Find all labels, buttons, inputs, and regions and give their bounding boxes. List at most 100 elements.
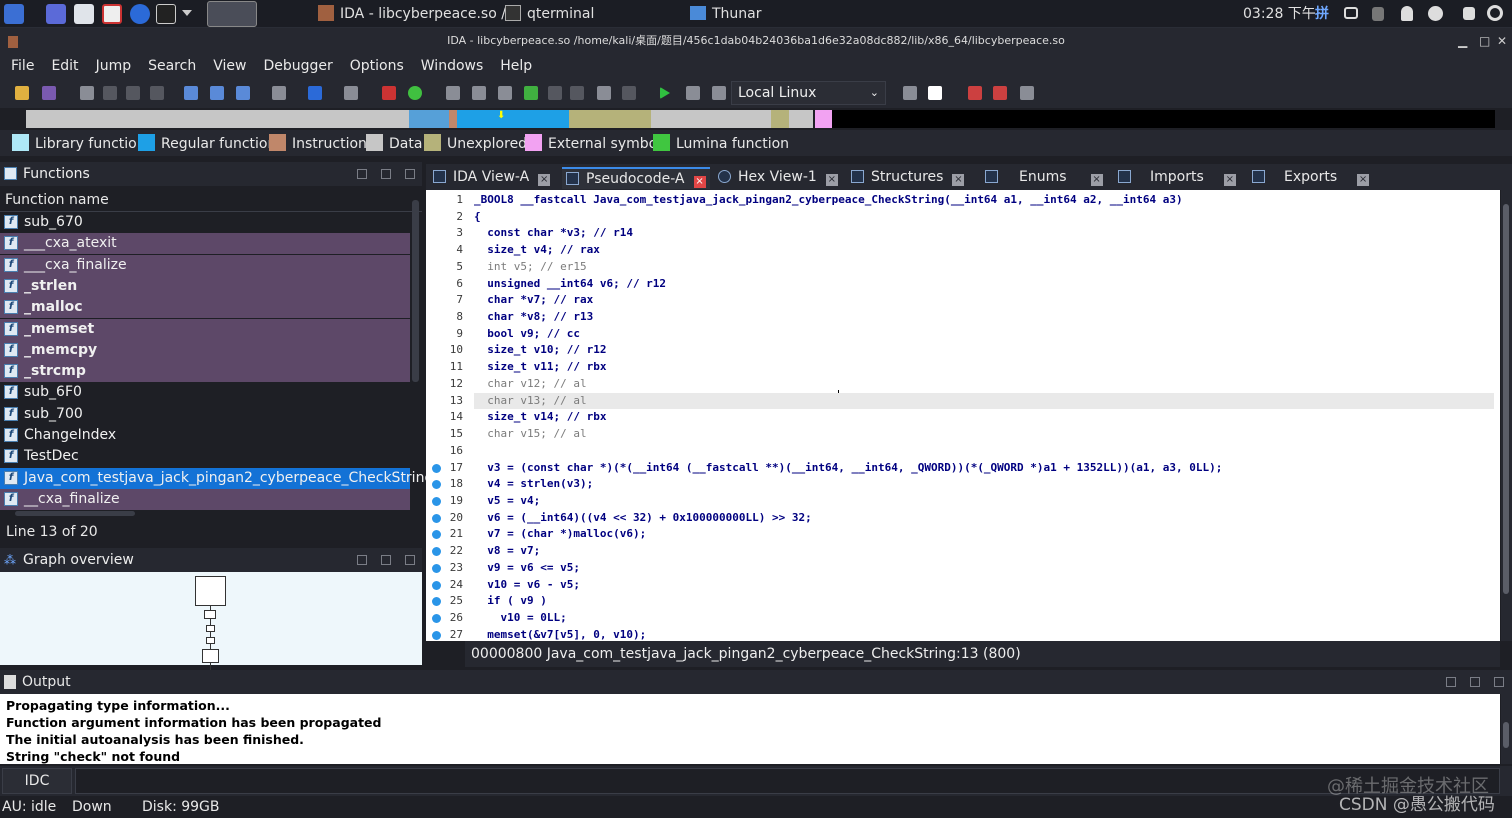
code-line[interactable]: unsigned __int64 v6; // r12 [474,276,1494,293]
debugger-select[interactable]: Local Linux debugger⌄ [731,81,886,123]
close-icon[interactable]: × [1357,174,1370,186]
breakpoint-dot-icon[interactable] [432,496,441,506]
terminal-icon[interactable] [156,4,176,24]
breakpoint-icon[interactable] [968,86,982,100]
browser-icon[interactable] [130,4,150,24]
clock[interactable]: 03:28 下午 [1243,0,1316,28]
menu-windows[interactable]: Windows [410,54,484,74]
jump-name-icon[interactable] [236,86,250,100]
struct-icon[interactable] [498,86,512,100]
close-icon[interactable]: × [538,174,551,186]
cross-icon[interactable] [622,86,636,100]
notification-icon[interactable] [1401,6,1413,21]
trace-options-icon[interactable] [1020,86,1034,100]
function-row[interactable]: f Java_com_testjava_jack_pingan2_cyberpea… [0,467,433,489]
code-line[interactable]: v8 = v7; [474,543,1494,560]
edit-icon[interactable] [597,86,611,100]
code-line[interactable]: v10 = v6 - v5; [474,577,1494,594]
play-icon[interactable] [660,87,670,99]
menu-jump[interactable]: Jump [85,54,132,74]
function-row[interactable]: f _malloc [0,297,410,319]
function-list-hscrollbar[interactable] [15,511,135,516]
text-editor-icon[interactable] [102,4,122,24]
code-view-icon[interactable] [446,86,460,100]
code-line[interactable]: bool v9; // cc [474,326,1494,343]
tab-hex-view[interactable]: Hex View-1 × [718,167,838,189]
lock-icon[interactable] [1463,7,1475,20]
stop-icon[interactable] [712,86,726,100]
panel-minimize-icon[interactable] [1446,677,1456,687]
code-line[interactable]: v3 = (const char *)(*(__int64 (__fastcal… [474,460,1494,477]
close-icon[interactable]: × [825,174,838,186]
add-dropdown-icon[interactable] [548,86,562,100]
idc-button[interactable]: IDC [2,768,72,794]
code-line[interactable]: char v13; // al [474,392,1494,410]
workspace-preview[interactable] [207,1,257,27]
breakpoint-dot-icon[interactable] [432,513,441,523]
tab-pseudocode[interactable]: Pseudocode-A × [562,167,710,189]
pseudocode-view[interactable]: 1 2 3 4 5 6 7 8 9 10 11 12 13 14 15 16 17 18 19 20 21 22 23 24 2… [426,190,1500,641]
navigation-band[interactable]: ⬇ [0,108,1512,130]
close-icon[interactable]: × [952,174,965,186]
code-line[interactable]: memset(&v7[v5], 0, v10); [474,627,1494,641]
close-icon[interactable]: × [1223,174,1236,186]
graph-overview[interactable] [0,572,422,686]
menu-help[interactable]: Help [489,54,532,74]
close-icon[interactable]: × [1090,174,1103,186]
function-row[interactable]: f sub_700 [0,404,410,425]
menu-edit[interactable]: Edit [40,54,78,74]
code-line[interactable]: char v12; // al [474,376,1494,393]
function-column-header[interactable]: Function name [0,188,422,212]
tab-exports[interactable]: Exports × [1252,167,1370,189]
code-line[interactable]: size_t v11; // rbx [474,359,1494,376]
tab-imports[interactable]: Imports × [1118,167,1236,189]
volume-icon[interactable] [1372,7,1384,21]
code-line[interactable]: v6 = (__int64)((v4 << 32) + 0x100000000L… [474,510,1494,527]
data-view-icon[interactable] [472,86,486,100]
back-icon[interactable] [80,86,94,100]
breakpoint-dot-icon[interactable] [432,614,441,623]
jump-code-icon[interactable] [184,86,198,100]
menu-view[interactable]: View [202,54,246,74]
minimize-button[interactable]: ▁ [1458,28,1467,54]
menu-file[interactable]: File [0,54,34,74]
panel-float-icon[interactable] [381,169,391,179]
breakpoint-dot-icon[interactable] [432,563,441,573]
tab-ida-view[interactable]: IDA View-A × [433,167,551,189]
code-line[interactable] [474,443,1494,460]
code-line[interactable]: if ( v9 ) [474,593,1494,610]
back-dropdown-icon[interactable] [103,86,117,100]
breakpoint-dot-icon[interactable] [432,630,441,640]
code-line[interactable]: char v15; // al [474,426,1494,443]
code-line[interactable]: size_t v14; // rbx [474,409,1494,426]
breakpoint-dot-icon[interactable] [432,580,441,590]
function-row[interactable]: f ___cxa_atexit [0,233,410,255]
menu-search[interactable]: Search [137,54,196,74]
function-row[interactable]: f sub_670 [0,212,410,233]
function-row[interactable]: f _strcmp [0,361,410,383]
display-icon[interactable] [1344,7,1358,19]
graph-node[interactable] [202,649,219,663]
function-row[interactable]: f sub_6F0 [0,382,410,403]
open-icon[interactable] [15,86,29,100]
maximize-button[interactable]: □ [1479,28,1490,54]
patch-icon[interactable] [570,86,584,100]
code-line[interactable]: { [474,209,1494,226]
command-input[interactable] [75,768,1500,794]
ime-indicator[interactable]: 拼 [1315,0,1329,28]
jump-data-icon[interactable] [210,86,224,100]
save-icon[interactable] [42,86,56,100]
function-row[interactable]: f _memset [0,318,410,340]
tab-structures[interactable]: Structures × [851,167,965,189]
color-icon[interactable] [408,86,422,100]
panel-float-icon[interactable] [1470,677,1480,687]
function-row[interactable]: f TestDec [0,446,410,467]
panel-close-icon[interactable] [405,555,415,565]
code-line[interactable]: _BOOL8 __fastcall Java_com_testjava_jack… [474,192,1494,209]
kali-menu-icon[interactable] [4,4,24,24]
code-line[interactable]: int v5; // er15 [474,259,1494,276]
tab-enums[interactable]: Enums × [985,167,1103,189]
panel-close-icon[interactable] [405,169,415,179]
add-icon[interactable] [524,86,538,100]
panel-float-icon[interactable] [381,555,391,565]
